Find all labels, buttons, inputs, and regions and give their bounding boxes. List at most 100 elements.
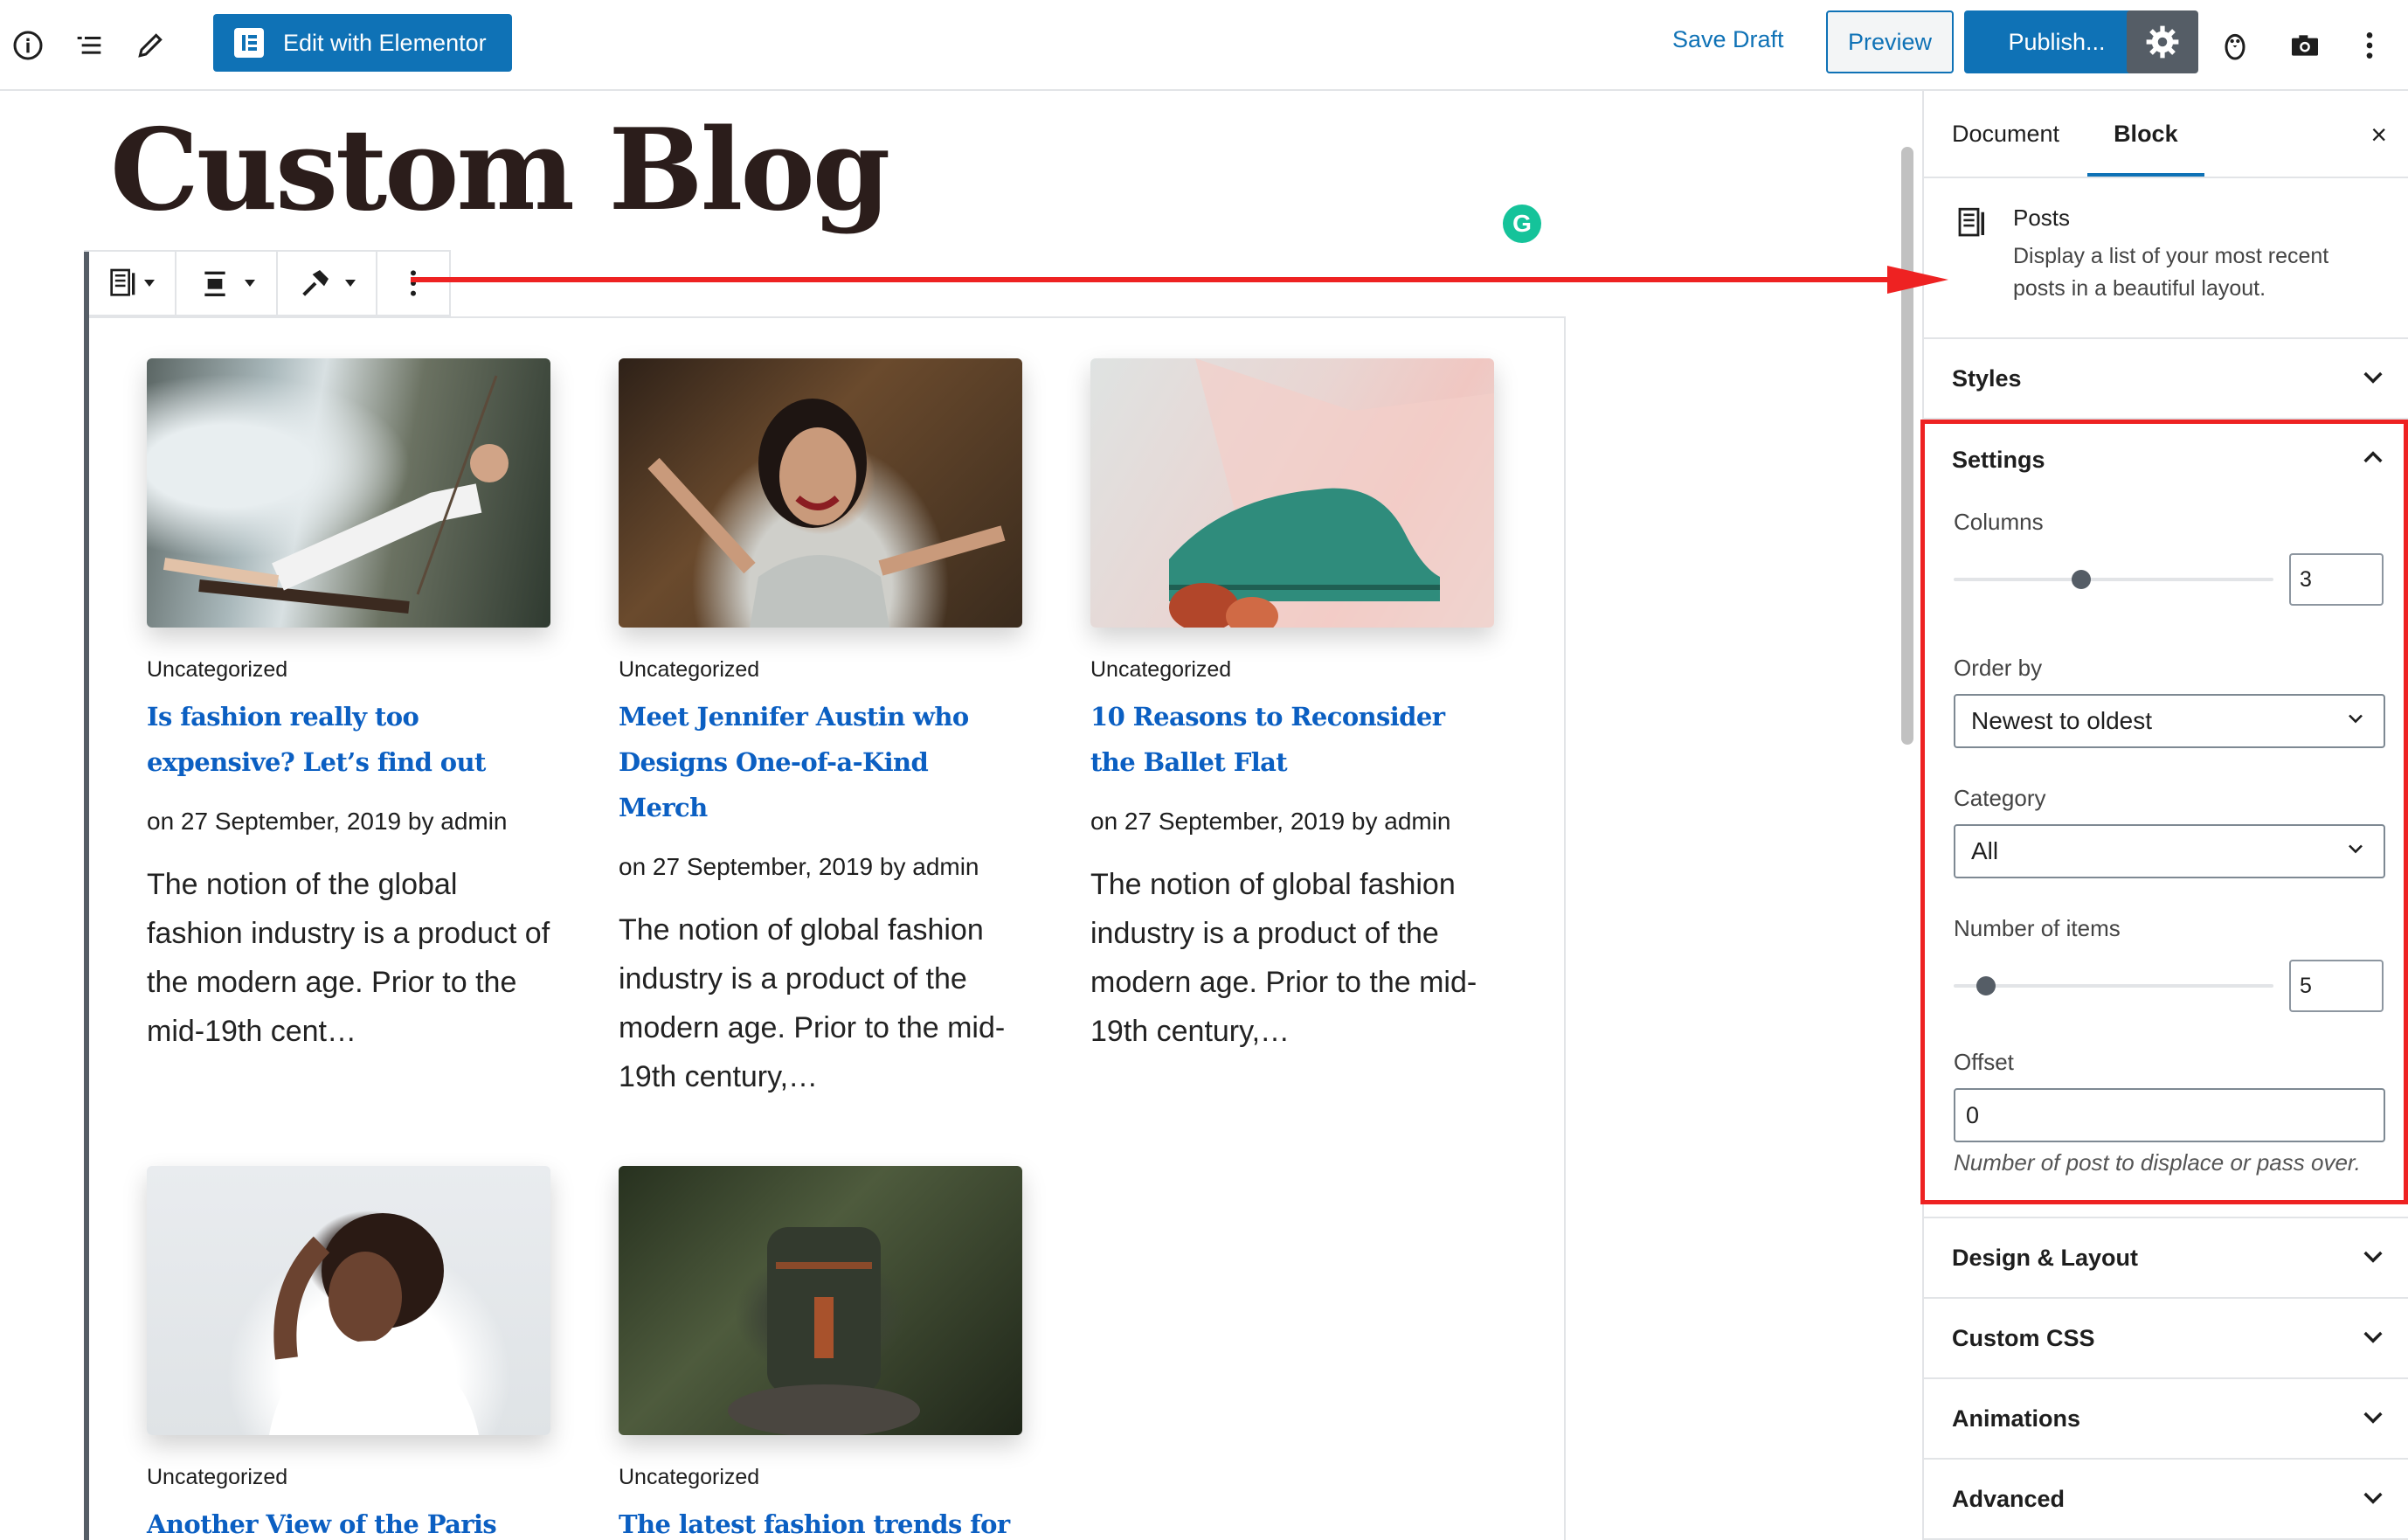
post-title-link[interactable]: Is fashion really too expensive? Let’s f…: [147, 694, 550, 785]
offset-input[interactable]: 0: [1954, 1088, 2385, 1142]
post-title-link[interactable]: 10 Reasons to Reconsider the Ballet Flat: [1090, 694, 1494, 785]
advanced-panel-toggle[interactable]: Advanced: [1924, 1460, 2408, 1540]
edit-with-elementor-button[interactable]: Edit with Elementor: [213, 14, 512, 72]
post-category[interactable]: Uncategorized: [147, 1465, 550, 1491]
block-tools-button[interactable]: [278, 252, 377, 315]
edit-pencil-icon[interactable]: [122, 17, 178, 73]
post-thumbnail[interactable]: [147, 1166, 550, 1435]
post-card[interactable]: Uncategorized Another View of the Paris: [147, 1166, 550, 1540]
post-excerpt: The notion of global fashion industry is…: [1090, 868, 1477, 1048]
editor-scrollbar[interactable]: [1901, 147, 1913, 745]
post-title-link[interactable]: The latest fashion trends for: [619, 1502, 1022, 1540]
chevron-down-icon: [2359, 1322, 2387, 1355]
green-shoe-image: [1169, 358, 1494, 628]
align-center-icon: [204, 271, 225, 296]
publish-button[interactable]: Publish...: [1964, 10, 2149, 73]
styles-panel-toggle[interactable]: Styles: [1924, 339, 2408, 420]
post-excerpt: The notion of global fashion industry is…: [619, 913, 1006, 1093]
post-meta: on 27 September, 2019 by admin: [147, 808, 508, 835]
post-card[interactable]: Uncategorized Meet Jennifer Austin who D…: [619, 358, 1022, 1101]
panel-title: Settings: [1952, 446, 2045, 473]
columns-slider-thumb[interactable]: [2072, 570, 2092, 589]
post-thumbnail[interactable]: [1090, 358, 1494, 628]
panel-title: Animations: [1952, 1405, 2081, 1432]
post-title-link[interactable]: Another View of the Paris: [147, 1502, 550, 1540]
settings-panel: Settings Columns 3 Order by Newest to ol…: [1924, 420, 2408, 1218]
chevron-down-icon: [144, 280, 155, 287]
block-type-switcher[interactable]: [86, 252, 176, 315]
columns-slider[interactable]: [1954, 570, 2273, 589]
post-card[interactable]: Uncategorized 10 Reasons to Reconsider t…: [1090, 358, 1494, 1056]
post-excerpt: The notion of the global fashion industr…: [147, 868, 550, 1048]
category-value: All: [1971, 837, 1999, 864]
info-icon[interactable]: [0, 17, 56, 73]
woman-profile-image: [269, 1213, 479, 1435]
tab-document[interactable]: Document: [1924, 91, 2087, 177]
save-draft-button[interactable]: Save Draft: [1672, 26, 1784, 53]
post-category[interactable]: Uncategorized: [619, 1465, 1022, 1491]
chevron-down-icon: [245, 280, 255, 287]
order-by-value: Newest to oldest: [1971, 707, 2152, 734]
post-meta: on 27 September, 2019 by admin: [619, 853, 979, 880]
annotation-arrow: [411, 266, 1948, 294]
panel-title: Styles: [1952, 364, 2022, 392]
custom-css-panel-toggle[interactable]: Custom CSS: [1924, 1299, 2408, 1379]
plugin-penguin-icon[interactable]: [2207, 17, 2263, 73]
post-category[interactable]: Uncategorized: [619, 657, 1022, 683]
category-select[interactable]: All: [1954, 824, 2385, 878]
panel-title: Custom CSS: [1952, 1324, 2095, 1351]
backpack-image: [728, 1227, 920, 1435]
order-by-select[interactable]: Newest to oldest: [1954, 694, 2385, 748]
more-options-icon[interactable]: [2342, 17, 2398, 73]
block-alignment-button[interactable]: [176, 252, 278, 315]
woman-on-swing-image: [163, 375, 509, 614]
post-card[interactable]: Uncategorized Is fashion really too expe…: [147, 358, 550, 1056]
camera-icon[interactable]: [2277, 17, 2333, 73]
tab-block[interactable]: Block: [2087, 91, 2204, 177]
gear-icon: [2146, 25, 2179, 59]
close-icon[interactable]: ×: [2370, 119, 2387, 151]
posts-block-icon: [110, 268, 135, 296]
hammer-icon: [302, 270, 329, 296]
chevron-down-icon: [2343, 836, 2368, 867]
editor-header: Edit with Elementor Save Draft Preview P…: [0, 0, 2408, 91]
offset-label: Offset: [1954, 1049, 2014, 1075]
panel-title: Design & Layout: [1952, 1244, 2139, 1271]
settings-gear-button[interactable]: [2127, 10, 2198, 73]
block-navigation-icon[interactable]: [61, 17, 117, 73]
items-slider[interactable]: [1954, 976, 2273, 995]
post-title-link[interactable]: Meet Jennifer Austin who Designs One-of-…: [619, 694, 1022, 830]
block-toolbar: [84, 250, 451, 316]
settings-panel-toggle[interactable]: Settings: [1924, 420, 2408, 500]
offset-help-text: Number of post to displace or pass over.: [1954, 1149, 2361, 1176]
columns-range: 3: [1954, 553, 2408, 606]
order-by-label: Order by: [1954, 655, 2043, 681]
columns-number-input[interactable]: 3: [2289, 553, 2384, 606]
post-title[interactable]: Custom Blog: [110, 105, 890, 236]
post-thumbnail[interactable]: [147, 358, 550, 628]
panel-title: Advanced: [1952, 1485, 2065, 1512]
block-name: Posts: [2013, 205, 2071, 231]
chevron-down-icon: [2359, 1403, 2387, 1435]
post-category[interactable]: Uncategorized: [1090, 657, 1494, 683]
elementor-button-label: Edit with Elementor: [283, 29, 487, 56]
post-card[interactable]: Uncategorized The latest fashion trends …: [619, 1166, 1022, 1540]
animations-panel-toggle[interactable]: Animations: [1924, 1379, 2408, 1460]
block-info-card: Posts Display a list of your most recent…: [1924, 178, 2408, 339]
design-layout-panel-toggle[interactable]: Design & Layout: [1924, 1218, 2408, 1299]
post-thumbnail[interactable]: [619, 1166, 1022, 1435]
category-label: Category: [1954, 785, 2046, 811]
post-category[interactable]: Uncategorized: [147, 657, 550, 683]
chevron-down-icon: [2359, 1483, 2387, 1516]
number-of-items-label: Number of items: [1954, 915, 2121, 941]
post-thumbnail[interactable]: [619, 358, 1022, 628]
sidebar-tabs: Document Block ×: [1924, 91, 2408, 178]
chevron-down-icon: [345, 280, 356, 287]
chevron-down-icon: [2343, 706, 2368, 737]
items-number-input[interactable]: 5: [2289, 960, 2384, 1012]
smiling-woman-image: [647, 399, 1006, 628]
items-range: 5: [1954, 960, 2408, 1012]
grammarly-icon[interactable]: G: [1503, 205, 1541, 243]
preview-button[interactable]: Preview: [1826, 10, 1954, 73]
items-slider-thumb[interactable]: [1976, 976, 1996, 995]
